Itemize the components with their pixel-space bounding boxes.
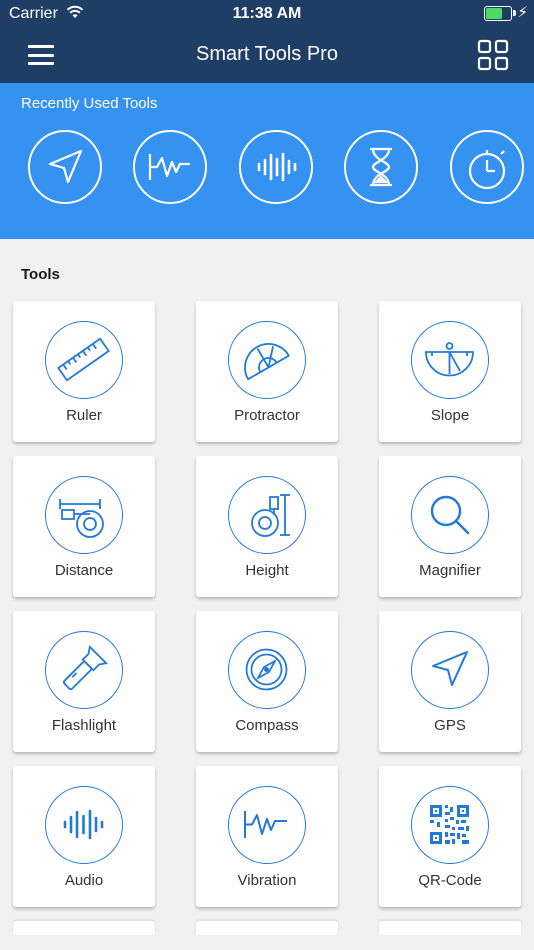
tool-card-gps[interactable]: GPS xyxy=(379,611,521,752)
slope-icon xyxy=(425,342,474,377)
top-bar: Carrier 11:38 AM ⚡ Smart Tools Pro xyxy=(0,0,534,83)
gps-arrow-icon xyxy=(432,651,468,686)
tool-card-vibration[interactable]: Vibration xyxy=(196,766,338,907)
tool-label: Height xyxy=(245,562,289,579)
tool-label: Protractor xyxy=(234,407,300,424)
page-title: Smart Tools Pro xyxy=(196,43,338,65)
icon-ring xyxy=(411,476,489,554)
tool-card-partial[interactable] xyxy=(379,921,521,935)
tool-card-partial[interactable] xyxy=(196,921,338,935)
icon-ring xyxy=(411,321,489,399)
charging-icon: ⚡ xyxy=(517,4,528,21)
tool-card-partial[interactable] xyxy=(13,921,155,935)
tool-card-magnifier[interactable]: Magnifier xyxy=(379,456,521,597)
tool-label: Slope xyxy=(430,407,470,424)
icon-ring xyxy=(228,786,306,864)
tool-label: Ruler xyxy=(66,407,102,424)
tool-label: Magnifier xyxy=(419,562,481,579)
nav-bar: Smart Tools Pro xyxy=(0,28,534,83)
tape-measure-icon xyxy=(59,499,104,538)
icon-ring xyxy=(45,786,123,864)
icon-ring xyxy=(45,321,123,399)
recent-audio-button[interactable] xyxy=(239,130,313,204)
icon-ring xyxy=(45,631,123,709)
icon-ring xyxy=(228,631,306,709)
tool-card-flashlight[interactable]: Flashlight xyxy=(13,611,155,752)
tool-card-compass[interactable]: Compass xyxy=(196,611,338,752)
tool-card-ruler[interactable]: Ruler xyxy=(13,301,155,442)
qr-code-icon xyxy=(430,805,469,844)
icon-ring xyxy=(228,476,306,554)
grid-view-icon[interactable] xyxy=(477,39,509,71)
tool-card-distance[interactable]: Distance xyxy=(13,456,155,597)
gps-arrow-icon xyxy=(48,149,83,184)
tool-label: Compass xyxy=(235,717,299,734)
tool-card-slope[interactable]: Slope xyxy=(379,301,521,442)
vibration-icon xyxy=(148,154,190,180)
icon-ring xyxy=(411,786,489,864)
recent-gps-button[interactable] xyxy=(28,130,102,204)
audio-wave-icon xyxy=(63,809,104,840)
recent-timer-button[interactable] xyxy=(344,130,418,204)
height-tape-icon xyxy=(251,494,290,537)
vibration-icon xyxy=(244,811,287,838)
icon-ring xyxy=(411,631,489,709)
recently-used-panel: Recently Used Tools xyxy=(0,83,534,239)
protractor-icon xyxy=(244,343,291,381)
recent-stopwatch-button[interactable] xyxy=(450,130,524,204)
icon-ring xyxy=(45,476,123,554)
clock: 11:38 AM xyxy=(232,5,302,22)
tool-label: Audio xyxy=(64,872,104,889)
recent-vibration-button[interactable] xyxy=(133,130,207,204)
tool-label: GPS xyxy=(434,717,466,734)
icon-ring xyxy=(228,321,306,399)
flashlight-icon xyxy=(62,645,108,691)
tools-heading: Tools xyxy=(21,266,60,283)
tool-card-height[interactable]: Height xyxy=(196,456,338,597)
tool-card-protractor[interactable]: Protractor xyxy=(196,301,338,442)
ruler-icon xyxy=(57,337,110,382)
tool-label: Vibration xyxy=(237,872,297,889)
tool-label: QR-Code xyxy=(418,872,482,889)
tool-label: Flashlight xyxy=(51,717,117,734)
magnifier-icon xyxy=(430,495,470,535)
compass-icon xyxy=(245,648,288,691)
hourglass-icon xyxy=(370,147,392,187)
status-bar: Carrier 11:38 AM ⚡ xyxy=(0,0,534,28)
tool-card-audio[interactable]: Audio xyxy=(13,766,155,907)
stopwatch-icon xyxy=(468,150,506,190)
audio-wave-icon xyxy=(257,152,297,182)
battery-icon xyxy=(484,6,516,21)
recently-used-label: Recently Used Tools xyxy=(21,95,158,112)
tool-card-qr-code[interactable]: QR-Code xyxy=(379,766,521,907)
tool-label: Distance xyxy=(54,562,114,579)
